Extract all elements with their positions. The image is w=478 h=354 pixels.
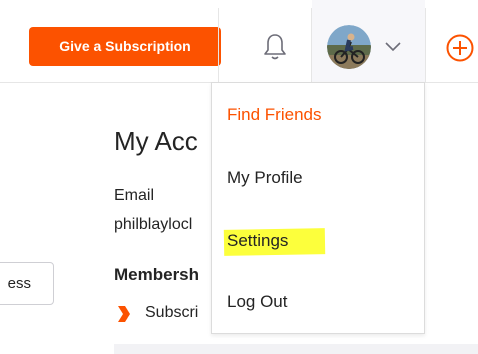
plus-circle-icon[interactable] (445, 33, 475, 63)
top-nav-bar: Give a Subscription (0, 0, 478, 83)
content-band (114, 344, 478, 354)
email-label: Email (114, 187, 155, 204)
subscription-text: Subscri (145, 304, 199, 321)
menu-item-settings[interactable]: Settings (227, 231, 288, 251)
give-subscription-button[interactable]: Give a Subscription (29, 27, 221, 66)
left-edge-button[interactable]: ess (0, 262, 54, 305)
divider (425, 8, 426, 82)
menu-item-log-out[interactable]: Log Out (227, 292, 288, 312)
divider (218, 8, 219, 82)
email-value: philblaylocl (114, 216, 193, 233)
page-title: My Acc (114, 126, 198, 156)
membership-heading: Membersh (114, 265, 200, 284)
avatar[interactable] (327, 25, 371, 69)
menu-item-my-profile[interactable]: My Profile (227, 168, 303, 188)
strava-chevron-icon (118, 306, 130, 322)
bell-icon[interactable] (262, 32, 288, 62)
menu-item-find-friends[interactable]: Find Friends (227, 105, 321, 125)
chevron-down-icon[interactable] (384, 40, 402, 52)
